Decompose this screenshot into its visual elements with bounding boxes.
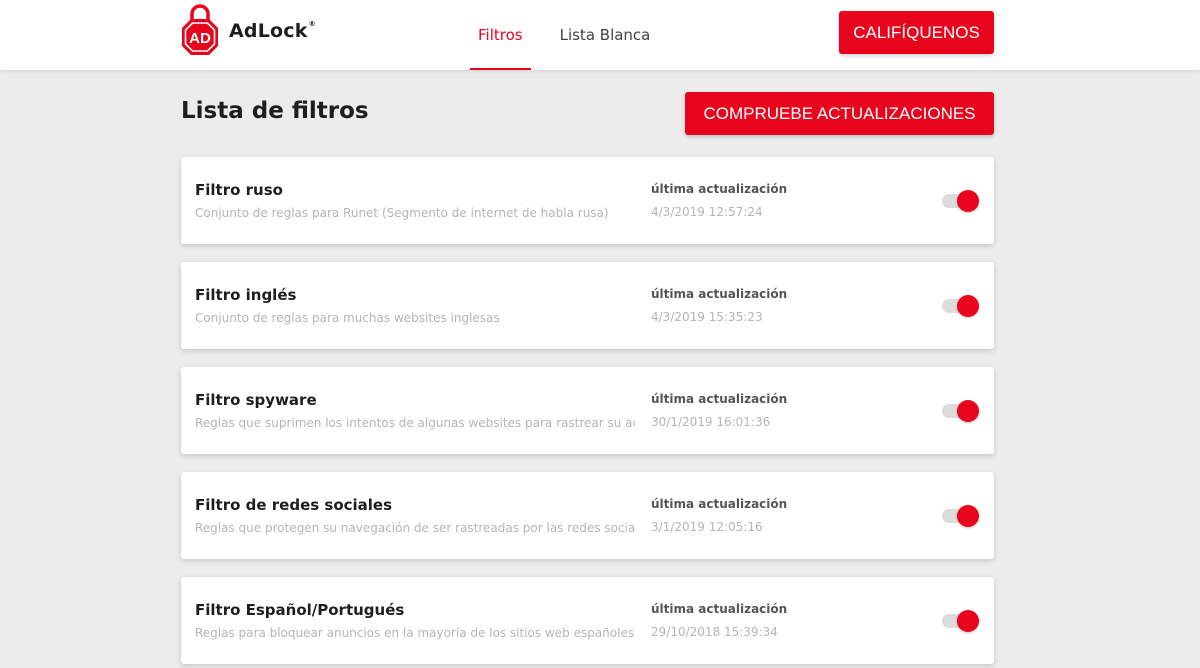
svg-text:AD: AD bbox=[189, 30, 211, 47]
app-header: AD AdLock® Filtros Lista Blanca CALIFÍQU… bbox=[0, 0, 1200, 70]
check-updates-button[interactable]: COMPRUEBE ACTUALIZACIONES bbox=[685, 92, 994, 135]
brand-logo[interactable]: AD AdLock® bbox=[180, 4, 316, 58]
toggle-knob bbox=[957, 610, 979, 632]
tab-filtros[interactable]: Filtros bbox=[470, 0, 531, 70]
filter-card-ingles: Filtro inglés Conjunto de reglas para mu… bbox=[181, 262, 994, 349]
filter-description: Conjunto de reglas para muchas websites … bbox=[195, 311, 500, 325]
brand-name: AdLock® bbox=[229, 20, 316, 42]
filter-description: Reglas que suprimen los intentos de algu… bbox=[195, 416, 635, 430]
filter-card-spyware: Filtro spyware Reglas que suprimen los i… bbox=[181, 367, 994, 454]
filter-list: Filtro ruso Conjunto de reglas para Rune… bbox=[181, 157, 994, 668]
tab-lista-blanca[interactable]: Lista Blanca bbox=[552, 0, 659, 70]
toggle-knob bbox=[957, 190, 979, 212]
toggle-knob bbox=[957, 400, 979, 422]
filter-toggle[interactable] bbox=[941, 610, 981, 632]
tab-lista-blanca-label: Lista Blanca bbox=[559, 26, 651, 44]
last-update-date: 4/3/2019 12:57:24 bbox=[651, 205, 763, 219]
last-update-label: última actualización bbox=[651, 392, 788, 406]
filter-name: Filtro Español/Portugués bbox=[195, 601, 405, 619]
filter-name: Filtro ruso bbox=[195, 181, 283, 199]
filter-name: Filtro de redes sociales bbox=[195, 496, 393, 514]
toggle-knob bbox=[957, 505, 979, 527]
rate-us-button[interactable]: CALIFÍQUENOS bbox=[839, 11, 994, 54]
filter-toggle[interactable] bbox=[941, 400, 981, 422]
filter-card-ruso: Filtro ruso Conjunto de reglas para Rune… bbox=[181, 157, 994, 244]
adlock-shield-icon: AD bbox=[182, 4, 218, 55]
page-title: Lista de filtros bbox=[181, 98, 369, 124]
filter-description: Conjunto de reglas para Runet (Segmento … bbox=[195, 206, 609, 220]
filter-toggle[interactable] bbox=[941, 505, 981, 527]
filter-toggle[interactable] bbox=[941, 190, 981, 212]
filter-toggle[interactable] bbox=[941, 295, 981, 317]
last-update-date: 4/3/2019 15:35:23 bbox=[651, 310, 763, 324]
last-update-date: 3/1/2019 12:05:16 bbox=[651, 520, 763, 534]
filter-description: Reglas que protegen su navegación de ser… bbox=[195, 521, 635, 535]
last-update-label: última actualización bbox=[651, 602, 788, 616]
last-update-label: última actualización bbox=[651, 287, 788, 301]
filter-name: Filtro inglés bbox=[195, 286, 297, 304]
toggle-knob bbox=[957, 295, 979, 317]
last-update-date: 30/1/2019 16:01:36 bbox=[651, 415, 771, 429]
last-update-label: última actualización bbox=[651, 182, 788, 196]
filter-card-redes-sociales: Filtro de redes sociales Reglas que prot… bbox=[181, 472, 994, 559]
last-update-label: última actualización bbox=[651, 497, 788, 511]
filter-card-espanol-portugues: Filtro Español/Portugués Reglas para blo… bbox=[181, 577, 994, 664]
filter-description: Reglas para bloquear anuncios en la mayo… bbox=[195, 626, 635, 640]
tab-filtros-label: Filtros bbox=[478, 26, 523, 44]
filter-name: Filtro spyware bbox=[195, 391, 317, 409]
last-update-date: 29/10/2018 15:39:34 bbox=[651, 625, 778, 639]
main-nav: Filtros Lista Blanca bbox=[470, 0, 679, 70]
